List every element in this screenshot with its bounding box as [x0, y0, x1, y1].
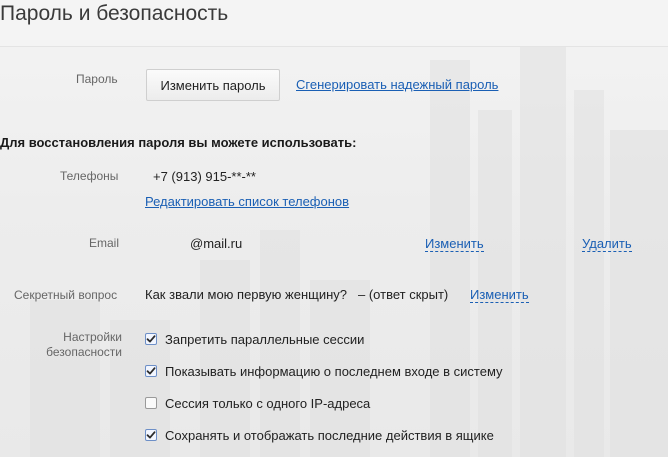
option-last-login-info[interactable]: Показывать информацию о последнем входе … — [145, 363, 503, 379]
delete-email-link[interactable]: Удалить — [582, 236, 632, 252]
option-single-ip-session[interactable]: Сессия только с одного IP-адреса — [145, 395, 370, 411]
option-label: Показывать информацию о последнем входе … — [165, 363, 503, 379]
phones-label: Телефоны — [60, 169, 119, 183]
page-header: Пароль и безопасность — [0, 0, 668, 47]
password-label: Пароль — [76, 72, 118, 86]
secret-question-label: Секретный вопрос — [14, 288, 118, 302]
change-password-button[interactable]: Изменить пароль — [146, 69, 280, 101]
option-label: Сессия только с одного IP-адреса — [165, 395, 371, 411]
option-parallel-sessions[interactable]: Запретить параллельные сессии — [145, 331, 364, 347]
change-secret-question-link[interactable]: Изменить — [470, 287, 529, 303]
secret-answer-state: – (ответ скрыт) — [358, 287, 449, 302]
generate-password-link[interactable]: Сгенерировать надежный пароль — [296, 77, 498, 92]
recovery-heading: Для восстановления пароля вы можете испо… — [0, 135, 357, 150]
email-value: @mail.ru — [190, 236, 243, 251]
option-label: Сохранять и отображать последние действи… — [165, 427, 494, 443]
checkmark-icon — [146, 367, 156, 375]
checkmark-icon — [146, 335, 156, 343]
edit-phones-link[interactable]: Редактировать список телефонов — [145, 194, 349, 209]
city-skyline-background — [30, 40, 668, 457]
checkbox-parallel-sessions[interactable] — [145, 333, 157, 345]
email-label: Email — [89, 236, 120, 250]
option-label: Запретить параллельные сессии — [165, 331, 365, 347]
page-title: Пароль и безопасность — [0, 2, 229, 25]
checkmark-icon — [146, 431, 156, 439]
phone-number: +7 (913) 915-**-** — [153, 169, 256, 184]
security-settings-label-line1: Настройки — [63, 330, 122, 344]
checkbox-single-ip-session[interactable] — [145, 397, 157, 409]
checkbox-log-actions[interactable] — [145, 429, 157, 441]
option-log-actions[interactable]: Сохранять и отображать последние действи… — [145, 427, 494, 443]
security-settings-label-line2: безопасности — [46, 345, 122, 359]
secret-question-text: Как звали мою первую женщину? — [145, 287, 347, 302]
security-settings-label: Настройки безопасности — [40, 330, 122, 360]
checkbox-last-login-info[interactable] — [145, 365, 157, 377]
change-email-link[interactable]: Изменить — [425, 236, 484, 252]
